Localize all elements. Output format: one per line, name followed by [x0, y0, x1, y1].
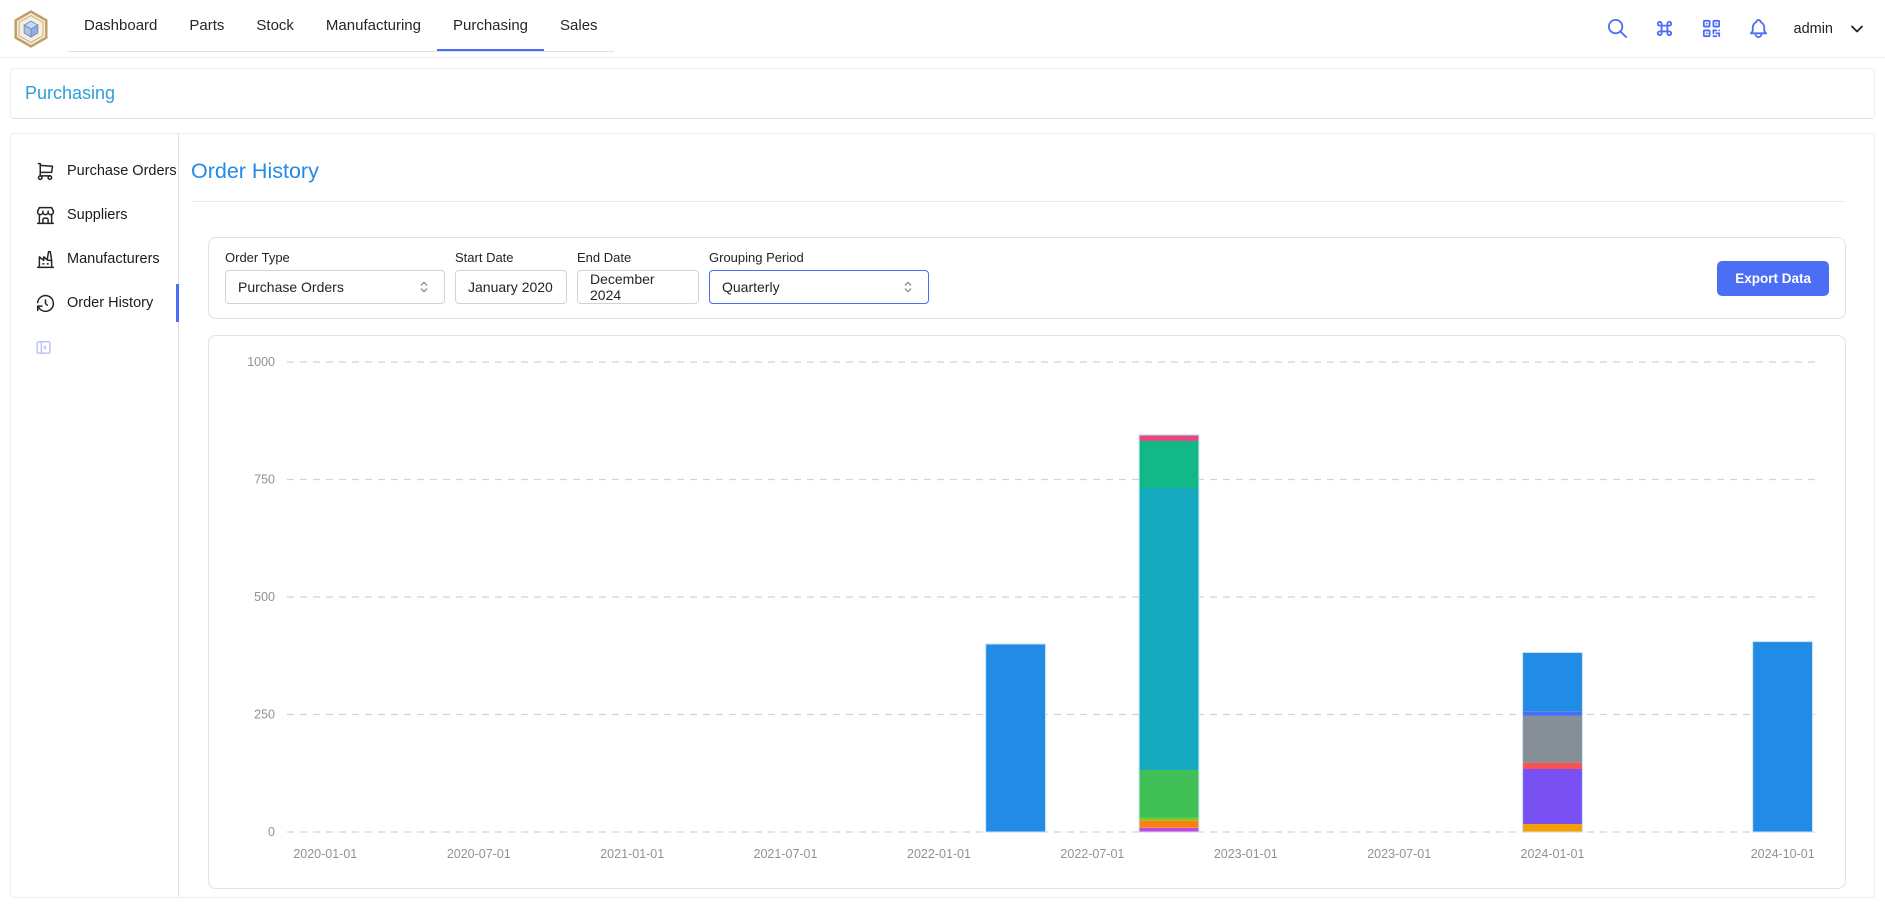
navbar-actions: admin	[1606, 17, 1868, 40]
inventree-logo-icon[interactable]	[12, 10, 50, 48]
export-data-button[interactable]: Export Data	[1717, 261, 1829, 296]
tab-label: Purchasing	[453, 17, 528, 34]
qrcode-scan-icon[interactable]	[1700, 17, 1723, 40]
bar-segment[interactable]	[1523, 769, 1583, 824]
end-date-label: End Date	[577, 250, 699, 265]
sidebar-item-label: Purchase Orders	[67, 163, 177, 179]
stacked-bar[interactable]	[1753, 642, 1813, 832]
selector-icon	[416, 279, 432, 295]
y-tick-label: 500	[254, 590, 275, 604]
end-date-value: December 2024	[590, 271, 686, 303]
building-store-icon	[35, 205, 56, 226]
bar-segment[interactable]	[1139, 821, 1199, 828]
bar-segment[interactable]	[1139, 441, 1199, 488]
stacked-bar[interactable]	[1523, 653, 1583, 833]
x-tick-label: 2020-07-01	[447, 847, 511, 861]
grouping-period-value: Quarterly	[722, 279, 892, 295]
grouping-period-label: Grouping Period	[709, 250, 929, 265]
sidebar-item-manufacturers[interactable]: Manufacturers	[11, 237, 178, 281]
page-title: Order History	[191, 159, 1846, 184]
order-type-select[interactable]: Purchase Orders	[225, 270, 445, 304]
bar-segment[interactable]	[986, 644, 1046, 832]
order-type-field: Order Type Purchase Orders	[225, 250, 445, 304]
bar-segment[interactable]	[1139, 435, 1199, 441]
bar-segment[interactable]	[1523, 712, 1583, 716]
start-date-label: Start Date	[455, 250, 567, 265]
x-tick-label: 2024-01-01	[1521, 847, 1585, 861]
breadcrumb[interactable]: Purchasing	[25, 83, 115, 104]
start-date-field: Start Date January 2020	[455, 250, 567, 304]
bar-segment[interactable]	[1139, 818, 1199, 821]
x-tick-label: 2023-07-01	[1367, 847, 1431, 861]
tab-parts[interactable]: Parts	[173, 0, 240, 51]
tab-manufacturing[interactable]: Manufacturing	[310, 0, 437, 51]
grouping-period-select[interactable]: Quarterly	[709, 270, 929, 304]
bar-segment[interactable]	[1753, 642, 1813, 832]
x-tick-label: 2021-07-01	[754, 847, 818, 861]
collapse-sidebar-icon[interactable]	[35, 339, 52, 356]
building-factory-icon	[35, 249, 56, 270]
x-tick-label: 2022-01-01	[907, 847, 971, 861]
chart-panel: 0 250 500 750 1000 2020-01-01 2020-07-01 2021-0…	[208, 335, 1846, 889]
x-tick-label: 2021-01-01	[600, 847, 664, 861]
bar-segment[interactable]	[1139, 770, 1199, 818]
notifications-bell-icon[interactable]	[1747, 17, 1770, 40]
bar-segment[interactable]	[1523, 716, 1583, 763]
bar-segment[interactable]	[1139, 828, 1199, 832]
end-date-input[interactable]: December 2024	[577, 270, 699, 304]
shopping-cart-icon	[35, 161, 56, 182]
breadcrumb-bar: Purchasing	[10, 68, 1875, 119]
x-tick-label: 2024-10-01	[1751, 847, 1815, 861]
user-menu[interactable]: admin	[1794, 19, 1868, 39]
bar-segment[interactable]	[1523, 763, 1583, 769]
x-tick-label: 2022-07-01	[1060, 847, 1124, 861]
bar-segment[interactable]	[1523, 653, 1583, 712]
tab-label: Stock	[256, 17, 294, 34]
search-icon[interactable]	[1606, 17, 1629, 40]
grouping-period-field: Grouping Period Quarterly	[709, 250, 929, 304]
filter-toolbar: Order Type Purchase Orders Start Date Ja…	[208, 237, 1846, 319]
start-date-value: January 2020	[468, 279, 554, 295]
sidebar-item-purchase-orders[interactable]: Purchase Orders	[11, 149, 178, 193]
sidebar-item-label: Manufacturers	[67, 251, 160, 267]
tab-label: Manufacturing	[326, 17, 421, 34]
sidebar-item-label: Suppliers	[67, 207, 127, 223]
purchasing-sidebar: Purchase Orders Suppliers Manufacturers …	[11, 134, 179, 897]
order-history-panel: Order History Order Type Purchase Orders…	[179, 134, 1876, 897]
y-tick-label: 250	[254, 708, 275, 722]
chevron-down-icon	[1847, 19, 1867, 39]
selector-icon	[900, 279, 916, 295]
command-icon[interactable]	[1653, 17, 1676, 40]
bar-segment[interactable]	[1139, 488, 1199, 770]
start-date-input[interactable]: January 2020	[455, 270, 567, 304]
sidebar-item-order-history[interactable]: Order History	[11, 281, 178, 325]
main-nav-tabs: Dashboard Parts Stock Manufacturing Purc…	[68, 0, 614, 52]
order-type-label: Order Type	[225, 250, 445, 265]
content-panel: Purchase Orders Suppliers Manufacturers …	[10, 133, 1875, 898]
stacked-bar[interactable]	[986, 644, 1046, 832]
history-icon	[35, 293, 56, 314]
y-tick-label: 0	[268, 825, 275, 839]
tab-sales[interactable]: Sales	[544, 0, 614, 51]
end-date-field: End Date December 2024	[577, 250, 699, 304]
top-navbar: Dashboard Parts Stock Manufacturing Purc…	[0, 0, 1885, 58]
title-divider	[191, 201, 1846, 202]
user-name: admin	[1794, 21, 1834, 37]
y-tick-label: 750	[254, 473, 275, 487]
tab-label: Sales	[560, 17, 598, 34]
x-tick-label: 2023-01-01	[1214, 847, 1278, 861]
sidebar-item-label: Order History	[67, 295, 153, 311]
y-tick-label: 1000	[247, 355, 275, 369]
bar-segment[interactable]	[1523, 824, 1583, 832]
order-type-value: Purchase Orders	[238, 279, 408, 295]
tab-purchasing[interactable]: Purchasing	[437, 0, 544, 51]
tab-stock[interactable]: Stock	[240, 0, 310, 51]
tab-dashboard[interactable]: Dashboard	[68, 0, 173, 51]
sidebar-item-suppliers[interactable]: Suppliers	[11, 193, 178, 237]
tab-label: Parts	[189, 17, 224, 34]
order-history-chart: 0 250 500 750 1000 2020-01-01 2020-07-01 2021-0…	[209, 336, 1845, 888]
tab-label: Dashboard	[84, 17, 157, 34]
stacked-bar[interactable]	[1139, 435, 1199, 832]
x-tick-label: 2020-01-01	[293, 847, 357, 861]
